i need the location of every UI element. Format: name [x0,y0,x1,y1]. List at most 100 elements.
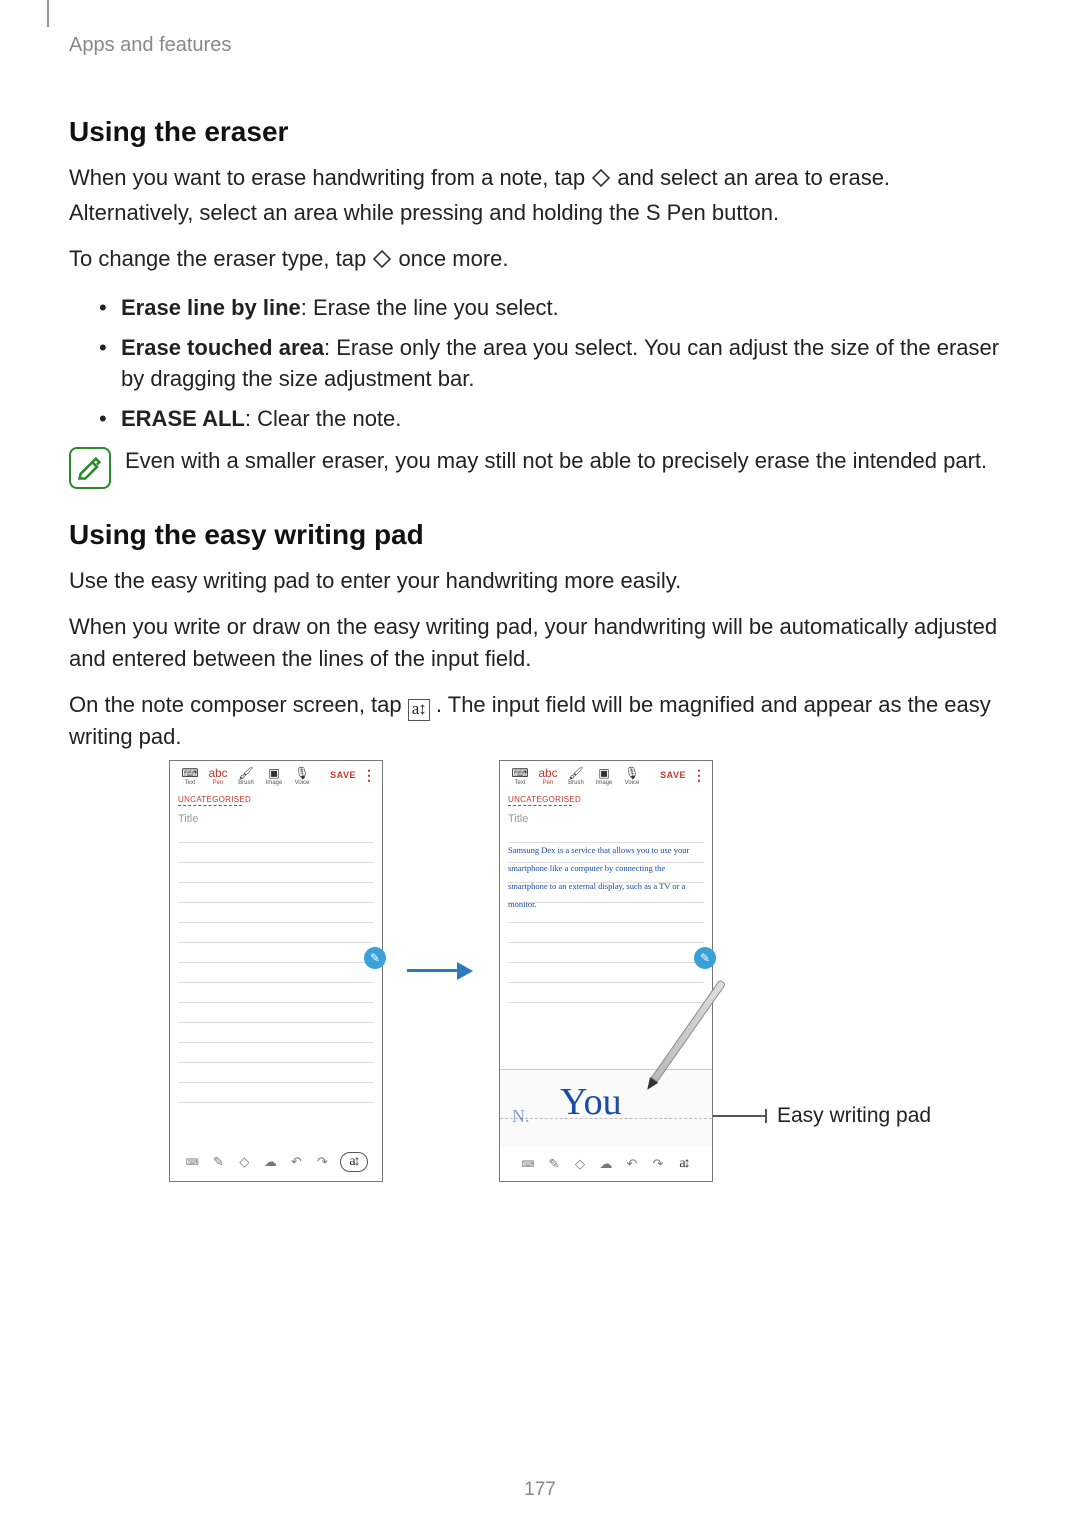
page-number: 177 [0,1479,1080,1501]
pen-icon: ✎ [700,951,710,965]
note-icon [69,447,111,489]
shape-icon[interactable]: ☁ [262,1154,278,1170]
note-callout: Even with a smaller eraser, you may stil… [69,445,1011,489]
easy-writing-pad-button[interactable]: a↕ [340,1152,367,1172]
keyboard-toggle-icon[interactable]: ⌨ [184,1154,200,1170]
easy-writing-pad-button[interactable]: a↕ [676,1156,692,1172]
pen-icon: ✎ [370,951,380,965]
handwriting-stroke: N. [512,1106,530,1127]
pen-icon[interactable]: ✎ [210,1154,226,1170]
tool-text[interactable]: ⌨Text [506,766,534,786]
text: To change the eraser type, tap [69,246,372,271]
bottom-toolbar: ⌨ ✎ ◇ ☁ ↶ ↷ a↕ [500,1156,712,1172]
fab-pen-button[interactable]: ✎ [694,947,716,969]
eraser-icon[interactable]: ◇ [236,1154,252,1170]
text: once more. [398,246,508,271]
tool-label: Pen [543,780,554,786]
callout-leader-tick [765,1109,767,1123]
text: When you want to erase handwriting from … [69,165,591,190]
callout-label: Easy writing pad [777,1104,931,1128]
fab-pen-button[interactable]: ✎ [364,947,386,969]
option-label: ERASE ALL [121,406,245,431]
handwriting-you: You [560,1080,622,1124]
pen-glyph: abc [534,766,562,780]
redo-icon[interactable]: ↷ [650,1156,666,1172]
heading-easy-writing-pad: Using the easy writing pad [69,519,1011,551]
tool-label: Brush [238,780,254,786]
transition-arrow [407,960,477,980]
save-button[interactable]: SAVE [660,766,688,780]
list-item: Erase touched area: Erase only the area … [99,332,1011,396]
option-label: Erase line by line [121,295,301,320]
mic-icon: 🎙 [618,766,646,780]
note-text: Even with a smaller eraser, you may stil… [125,445,987,477]
tool-label: Voice [625,780,640,786]
handwritten-sample-text: Samsung Dex is a service that allows you… [508,841,704,913]
keyboard-toggle-icon[interactable]: ⌨ [520,1156,536,1172]
bottom-toolbar: ⌨ ✎ ◇ ☁ ↶ ↷ a↕ [170,1152,382,1172]
tool-voice[interactable]: 🎙Voice [618,766,646,786]
category-label[interactable]: UNCATEGORISED [500,789,712,805]
brush-icon: 🖌 [232,766,260,780]
more-button[interactable]: ⋮ [358,766,376,784]
title-placeholder[interactable]: Title [500,806,712,829]
mic-icon: 🎙 [288,766,316,780]
tool-label: Voice [295,780,310,786]
tool-label: Text [514,780,525,786]
eraser-icon [372,246,392,278]
tool-pen[interactable]: abcPen [204,766,232,786]
tool-label: Image [596,780,613,786]
keyboard-icon: ⌨ [176,766,204,780]
note-lines[interactable] [170,829,382,1103]
tool-text[interactable]: ⌨Text [176,766,204,786]
tool-image[interactable]: ▣Image [590,766,618,786]
para-ewp-auto: When you write or draw on the easy writi… [69,611,1011,675]
image-icon: ▣ [590,766,618,780]
keyboard-icon: ⌨ [506,766,534,780]
more-button[interactable]: ⋮ [688,766,706,784]
pen-icon[interactable]: ✎ [546,1156,562,1172]
para-erase-intro: When you want to erase handwriting from … [69,162,1011,229]
note-toolbar: ⌨Text abcPen 🖌Brush ▣Image 🎙Voice SAVE ⋮ [500,761,712,789]
eraser-icon[interactable]: ◇ [572,1156,588,1172]
tool-image[interactable]: ▣Image [260,766,288,786]
tool-pen[interactable]: abcPen [534,766,562,786]
option-desc: : Erase the line you select. [301,295,559,320]
breadcrumb: Apps and features [69,34,231,57]
callout-leader-line [713,1115,765,1117]
para-erase-type: To change the eraser type, tap once more… [69,243,1011,278]
easy-writing-pad-area[interactable]: N. You [500,1069,712,1147]
eraser-icon [591,165,611,197]
option-label: Erase touched area [121,335,324,360]
tool-voice[interactable]: 🎙Voice [288,766,316,786]
tool-brush[interactable]: 🖌Brush [232,766,260,786]
tool-label: Image [266,780,283,786]
undo-icon[interactable]: ↶ [624,1156,640,1172]
tool-brush[interactable]: 🖌Brush [562,766,590,786]
save-button[interactable]: SAVE [330,766,358,780]
page-tab-marker [47,0,49,27]
phone-mock-before: ⌨Text abcPen 🖌Brush ▣Image 🎙Voice SAVE ⋮… [169,760,383,1182]
note-toolbar: ⌨Text abcPen 🖌Brush ▣Image 🎙Voice SAVE ⋮ [170,761,382,789]
a-resize-icon: a↕ [349,1154,358,1170]
list-item: Erase line by line: Erase the line you s… [99,292,1011,324]
para-ewp-tap: On the note composer screen, tap a↕ . Th… [69,689,1011,753]
undo-icon[interactable]: ↶ [288,1154,304,1170]
image-icon: ▣ [260,766,288,780]
eraser-options-list: Erase line by line: Erase the line you s… [99,292,1011,436]
para-ewp-intro: Use the easy writing pad to enter your h… [69,565,1011,597]
phone-mock-after: ⌨Text abcPen 🖌Brush ▣Image 🎙Voice SAVE ⋮… [499,760,713,1182]
option-desc: : Clear the note. [245,406,402,431]
shape-icon[interactable]: ☁ [598,1156,614,1172]
pen-glyph: abc [204,766,232,780]
tool-label: Text [184,780,195,786]
easy-writing-pad-icon: a↕ [408,699,430,721]
category-label[interactable]: UNCATEGORISED [170,789,382,805]
tool-label: Brush [568,780,584,786]
redo-icon[interactable]: ↷ [314,1154,330,1170]
main-content: Using the eraser When you want to erase … [69,100,1011,767]
a-resize-icon: a↕ [679,1156,688,1172]
figure-easy-writing-pad: ⌨Text abcPen 🖌Brush ▣Image 🎙Voice SAVE ⋮… [169,760,1049,1190]
tool-label: Pen [213,780,224,786]
title-placeholder[interactable]: Title [170,806,382,829]
